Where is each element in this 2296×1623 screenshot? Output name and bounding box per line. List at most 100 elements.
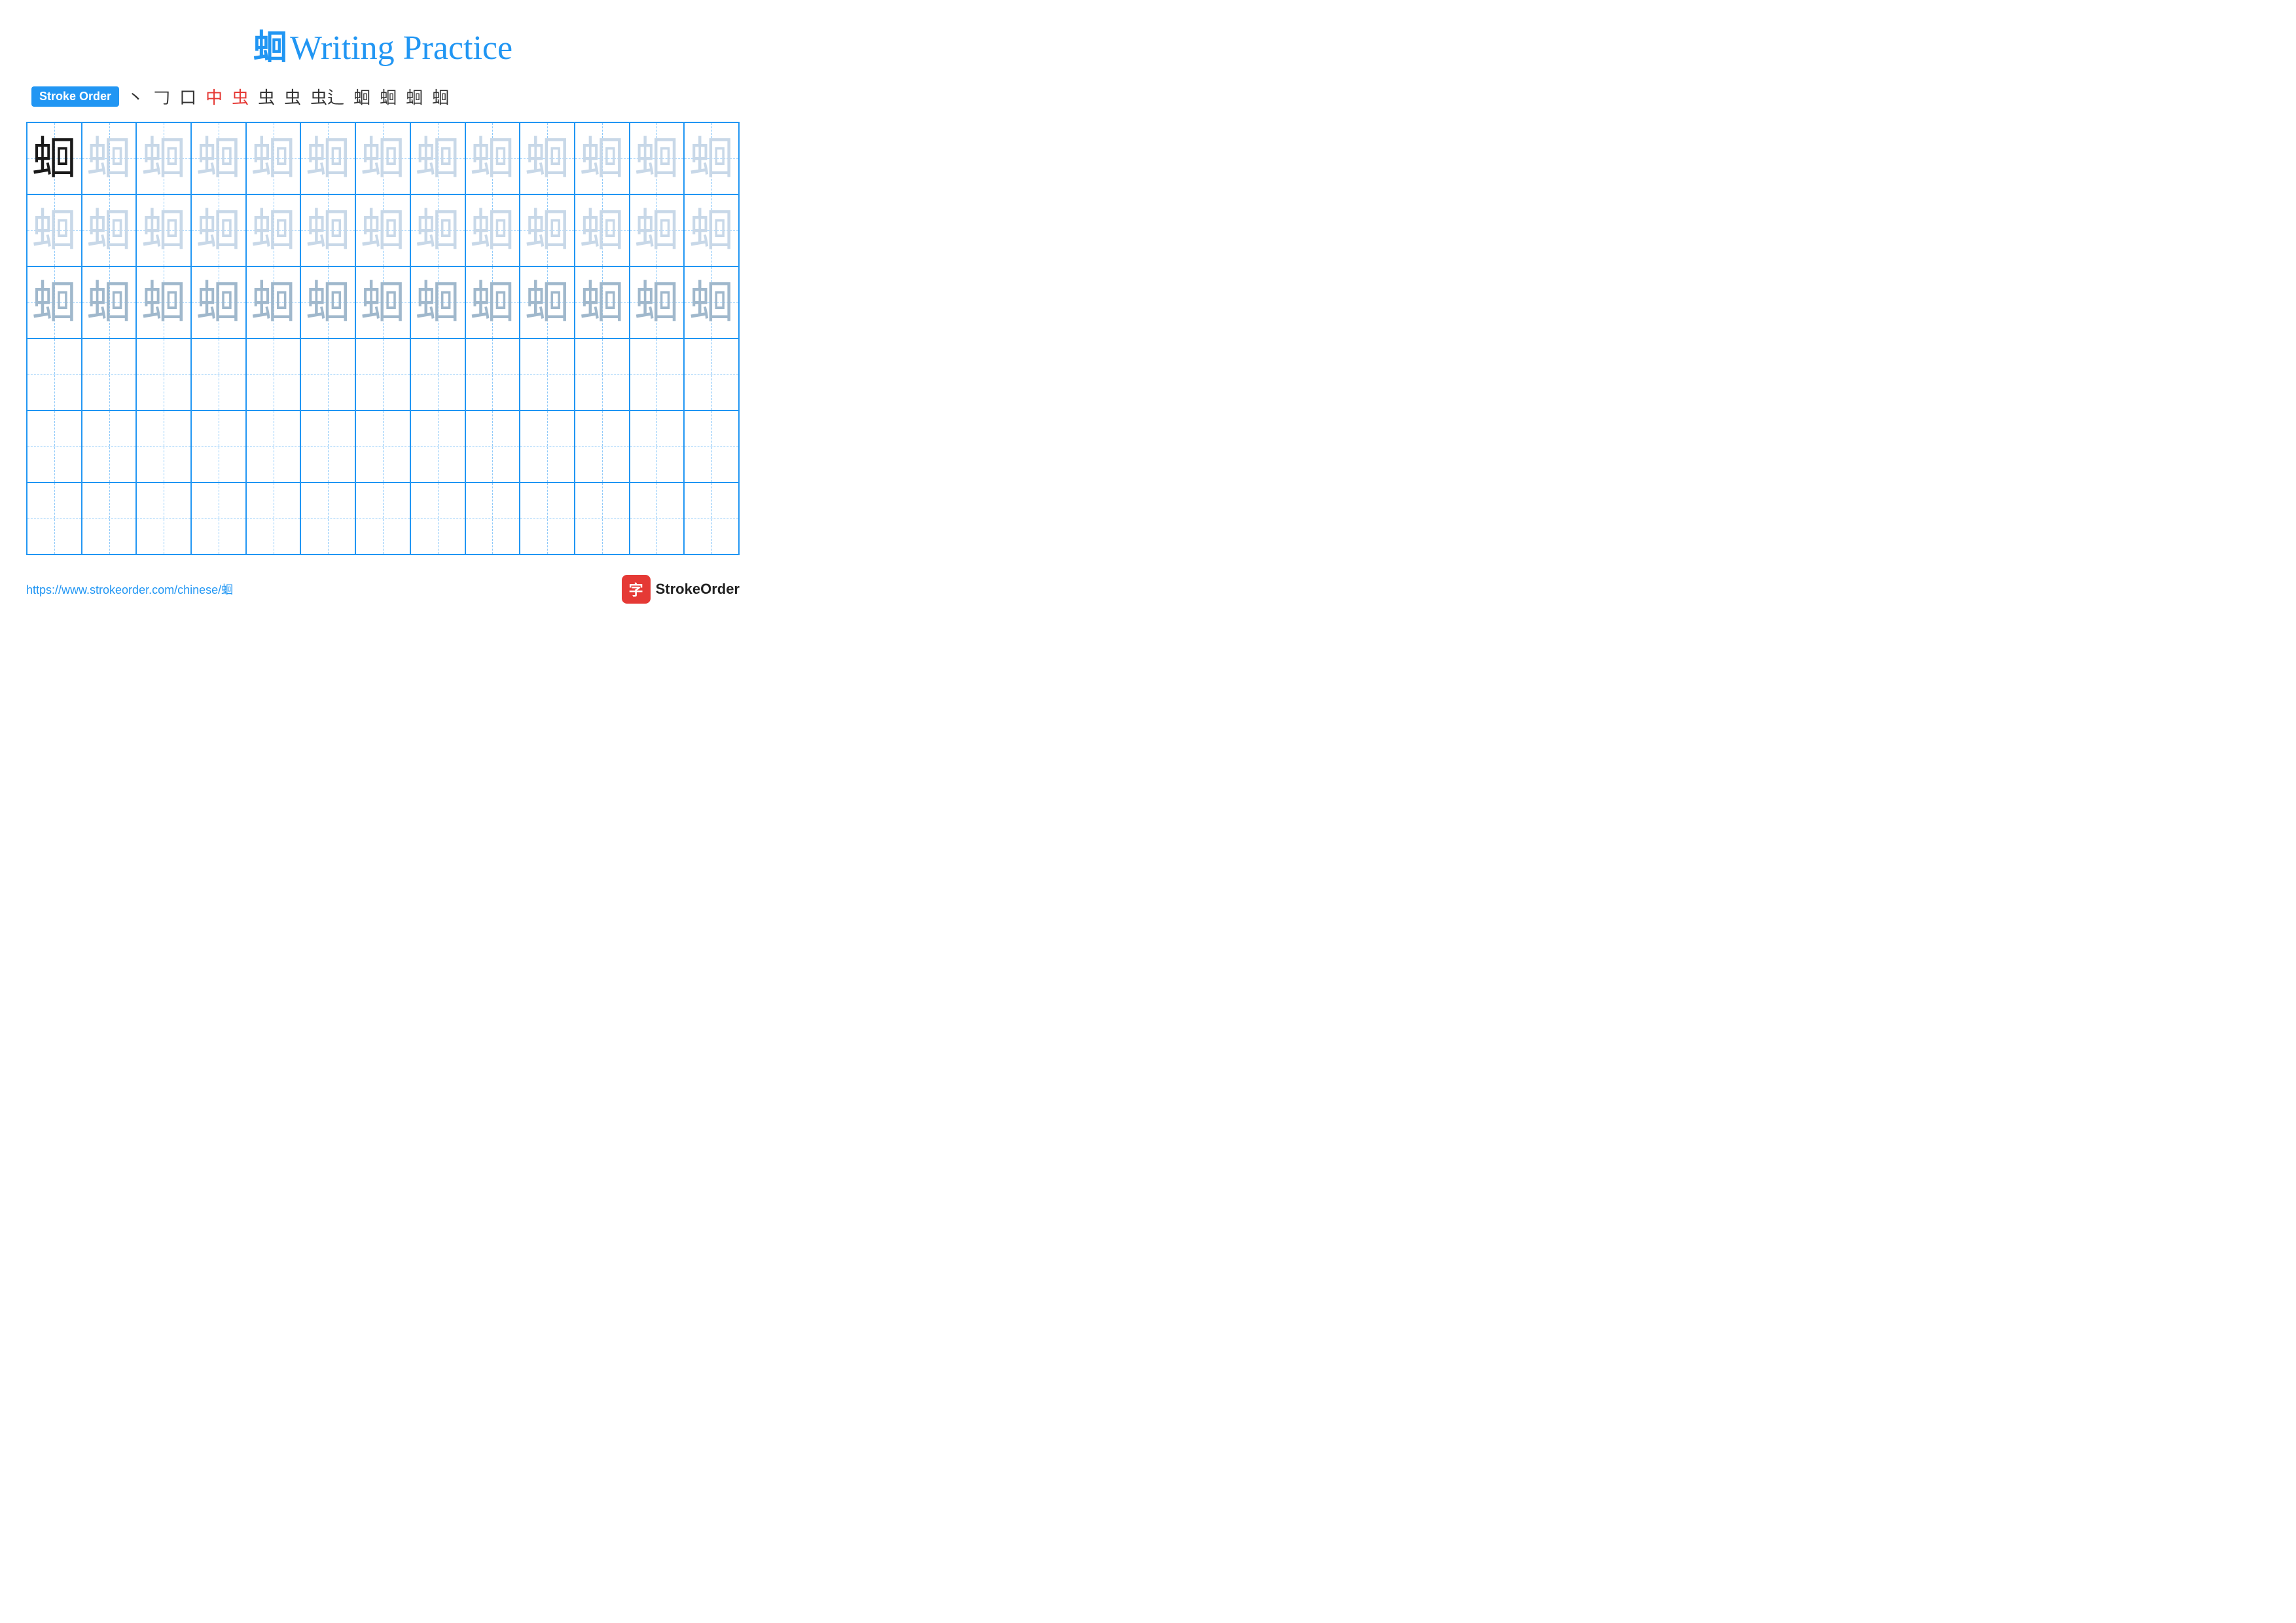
grid-cell-r2-c7: 蛔 bbox=[355, 194, 410, 266]
grid-cell-r1-c2: 蛔 bbox=[82, 122, 137, 194]
footer-logo-text: StrokeOrder bbox=[656, 581, 740, 598]
grid-cell-r1-c13: 蛔 bbox=[684, 122, 739, 194]
grid-cell-r2-c12: 蛔 bbox=[630, 194, 685, 266]
grid-cell-r1-c11: 蛔 bbox=[575, 122, 630, 194]
grid-cell-r6-c9[interactable] bbox=[465, 483, 520, 555]
stroke-step-9: 蛔 bbox=[353, 84, 370, 109]
stroke-step-1: 丶 bbox=[127, 84, 144, 109]
char-dark: 蛔 bbox=[32, 136, 77, 181]
footer-logo: 字 StrokeOrder bbox=[622, 575, 740, 604]
grid-cell-r3-c5: 蛔 bbox=[246, 266, 301, 338]
grid-cell-r6-c8[interactable] bbox=[410, 483, 465, 555]
stroke-step-8: 虫⻍ bbox=[310, 84, 344, 109]
grid-cell-r3-c3: 蛔 bbox=[136, 266, 191, 338]
grid-cell-r3-c11: 蛔 bbox=[575, 266, 630, 338]
grid-cell-r6-c12[interactable] bbox=[630, 483, 685, 555]
grid-cell-r4-c13[interactable] bbox=[684, 338, 739, 410]
stroke-step-10: 蛔 bbox=[380, 84, 397, 109]
stroke-order-badge: Stroke Order bbox=[31, 86, 119, 107]
grid-cell-r4-c7[interactable] bbox=[355, 338, 410, 410]
grid-cell-r6-c13[interactable] bbox=[684, 483, 739, 555]
grid-cell-r4-c12[interactable] bbox=[630, 338, 685, 410]
grid-cell-r3-c7: 蛔 bbox=[355, 266, 410, 338]
grid-cell-r5-c11[interactable] bbox=[575, 410, 630, 483]
grid-cell-r1-c12: 蛔 bbox=[630, 122, 685, 194]
grid-cell-r2-c9: 蛔 bbox=[465, 194, 520, 266]
grid-cell-r4-c4[interactable] bbox=[191, 338, 246, 410]
grid-cell-r2-c13: 蛔 bbox=[684, 194, 739, 266]
grid-cell-r3-c10: 蛔 bbox=[520, 266, 575, 338]
grid-cell-r3-c13: 蛔 bbox=[684, 266, 739, 338]
grid-cell-r3-c6: 蛔 bbox=[300, 266, 355, 338]
grid-cell-r2-c11: 蛔 bbox=[575, 194, 630, 266]
grid-cell-r3-c4: 蛔 bbox=[191, 266, 246, 338]
grid-cell-r2-c1: 蛔 bbox=[27, 194, 82, 266]
grid-cell-r1-c10: 蛔 bbox=[520, 122, 575, 194]
grid-cell-r1-c7: 蛔 bbox=[355, 122, 410, 194]
stroke-step-2: 𠃌 bbox=[153, 84, 170, 109]
grid-cell-r1-c6: 蛔 bbox=[300, 122, 355, 194]
grid-cell-r5-c6[interactable] bbox=[300, 410, 355, 483]
grid-cell-r3-c8: 蛔 bbox=[410, 266, 465, 338]
grid-cell-r2-c3: 蛔 bbox=[136, 194, 191, 266]
grid-cell-r5-c10[interactable] bbox=[520, 410, 575, 483]
grid-cell-r4-c3[interactable] bbox=[136, 338, 191, 410]
grid-cell-r6-c7[interactable] bbox=[355, 483, 410, 555]
grid-cell-r1-c5: 蛔 bbox=[246, 122, 301, 194]
grid-cell-r5-c1[interactable] bbox=[27, 410, 82, 483]
grid-cell-r1-c3: 蛔 bbox=[136, 122, 191, 194]
grid-cell-r4-c9[interactable] bbox=[465, 338, 520, 410]
grid-cell-r1-c4: 蛔 bbox=[191, 122, 246, 194]
grid-cell-r2-c10: 蛔 bbox=[520, 194, 575, 266]
footer-link[interactable]: https://www.strokeorder.com/chinese/蛔 bbox=[26, 581, 233, 598]
grid-cell-r2-c4: 蛔 bbox=[191, 194, 246, 266]
grid-cell-r4-c10[interactable] bbox=[520, 338, 575, 410]
grid-cell-r4-c6[interactable] bbox=[300, 338, 355, 410]
title-text: Writing Practice bbox=[290, 29, 512, 67]
grid-cell-r4-c2[interactable] bbox=[82, 338, 137, 410]
footer: https://www.strokeorder.com/chinese/蛔 字 … bbox=[26, 575, 740, 604]
stroke-step-6: 虫 bbox=[258, 84, 275, 109]
grid-cell-r5-c9[interactable] bbox=[465, 410, 520, 483]
grid-cell-r3-c9: 蛔 bbox=[465, 266, 520, 338]
grid-cell-r1-c8: 蛔 bbox=[410, 122, 465, 194]
grid-cell-r6-c6[interactable] bbox=[300, 483, 355, 555]
stroke-step-5: 虫 bbox=[232, 84, 249, 109]
grid-cell-r5-c4[interactable] bbox=[191, 410, 246, 483]
stroke-steps: 丶 𠃌 口 中 虫 虫 虫 虫⻍ 蛔 蛔 蛔 蛔 bbox=[127, 84, 449, 109]
stroke-step-7: 虫 bbox=[284, 84, 301, 109]
grid-cell-r6-c4[interactable] bbox=[191, 483, 246, 555]
practice-grid: 蛔 蛔 蛔 蛔 蛔 蛔 蛔 蛔 蛔 蛔 蛔 蛔 蛔 蛔 蛔 蛔 蛔 蛔 蛔 蛔 … bbox=[26, 122, 740, 555]
grid-cell-r5-c3[interactable] bbox=[136, 410, 191, 483]
grid-cell-r4-c5[interactable] bbox=[246, 338, 301, 410]
grid-cell-r5-c12[interactable] bbox=[630, 410, 685, 483]
grid-cell-r4-c11[interactable] bbox=[575, 338, 630, 410]
grid-cell-r6-c5[interactable] bbox=[246, 483, 301, 555]
grid-cell-r5-c8[interactable] bbox=[410, 410, 465, 483]
grid-cell-r5-c2[interactable] bbox=[82, 410, 137, 483]
title-character: 蛔 bbox=[253, 29, 287, 67]
grid-cell-r3-c2: 蛔 bbox=[82, 266, 137, 338]
grid-cell-r6-c1[interactable] bbox=[27, 483, 82, 555]
stroke-step-4: 中 bbox=[206, 84, 223, 109]
grid-cell-r5-c5[interactable] bbox=[246, 410, 301, 483]
grid-cell-r3-c1: 蛔 bbox=[27, 266, 82, 338]
grid-cell-r6-c10[interactable] bbox=[520, 483, 575, 555]
grid-cell-r2-c6: 蛔 bbox=[300, 194, 355, 266]
grid-cell-r3-c12: 蛔 bbox=[630, 266, 685, 338]
grid-cell-r1-c9: 蛔 bbox=[465, 122, 520, 194]
stroke-order-row: Stroke Order 丶 𠃌 口 中 虫 虫 虫 虫⻍ 蛔 蛔 蛔 蛔 bbox=[26, 84, 740, 109]
page-title-area: 蛔 Writing Practice bbox=[26, 20, 740, 69]
grid-cell-r5-c7[interactable] bbox=[355, 410, 410, 483]
grid-cell-r6-c11[interactable] bbox=[575, 483, 630, 555]
stroke-step-3: 口 bbox=[179, 84, 196, 109]
stroke-step-12: 蛔 bbox=[432, 84, 449, 109]
grid-cell-r6-c3[interactable] bbox=[136, 483, 191, 555]
grid-cell-r5-c13[interactable] bbox=[684, 410, 739, 483]
grid-cell-r4-c1[interactable] bbox=[27, 338, 82, 410]
grid-cell-r2-c5: 蛔 bbox=[246, 194, 301, 266]
strokeorder-logo-icon: 字 bbox=[622, 575, 651, 604]
grid-cell-r1-c1: 蛔 bbox=[27, 122, 82, 194]
grid-cell-r4-c8[interactable] bbox=[410, 338, 465, 410]
grid-cell-r6-c2[interactable] bbox=[82, 483, 137, 555]
